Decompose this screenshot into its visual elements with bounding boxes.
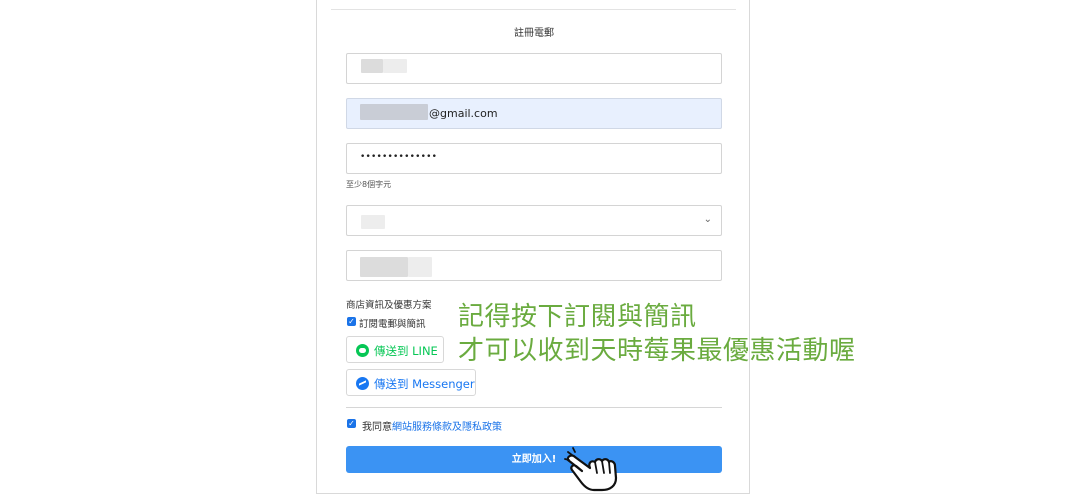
email-suffix: @gmail.com: [429, 107, 498, 120]
phone-field[interactable]: [346, 250, 722, 281]
bottom-divider: [346, 407, 722, 408]
blurred-value: [360, 257, 408, 277]
promo-line-1: 記得按下訂閱與簡訊: [458, 302, 697, 332]
subscription-heading: 商店資訊及優惠方案: [346, 300, 432, 311]
password-hint: 至少8個字元: [346, 180, 392, 189]
terms-link[interactable]: 網站服務條款及隱私政策: [392, 422, 502, 433]
email-field[interactable]: @gmail.com: [346, 98, 722, 129]
chevron-down-icon: ⌄: [703, 214, 712, 225]
promo-line-2: 才可以收到天時莓果最優惠活動喔: [458, 336, 856, 366]
send-to-line-button[interactable]: 傳送到 LINE: [346, 336, 444, 363]
blurred-value: [383, 59, 407, 73]
section-title: 註冊電郵: [514, 28, 554, 39]
top-divider: [331, 9, 736, 10]
subscribe-checkbox[interactable]: ✓: [347, 317, 356, 326]
password-field[interactable]: ••••••••••••••: [346, 143, 722, 174]
blurred-value: [361, 59, 383, 73]
blurred-value: [361, 215, 385, 229]
pointing-hand-icon: [564, 447, 618, 492]
blurred-value: [408, 257, 432, 277]
name-field[interactable]: [346, 53, 722, 84]
agreement-text: 我同意網站服務條款及隱私政策: [362, 418, 502, 433]
line-button-label: 傳送到 LINE: [374, 344, 438, 358]
join-now-button[interactable]: 立即加入!: [346, 446, 722, 473]
subscribe-label: 訂閱電郵與簡訊: [359, 319, 426, 330]
line-icon: [356, 344, 369, 357]
send-to-messenger-button[interactable]: 傳送到 Messenger: [346, 369, 476, 396]
select-field[interactable]: ⌄: [346, 205, 722, 236]
messenger-icon: [356, 377, 369, 390]
password-value: ••••••••••••••: [360, 152, 438, 162]
messenger-button-label: 傳送到 Messenger: [374, 377, 475, 391]
blurred-value: [360, 104, 428, 120]
agreement-prefix: 我同意: [362, 422, 392, 433]
agree-checkbox[interactable]: ✓: [347, 419, 356, 428]
